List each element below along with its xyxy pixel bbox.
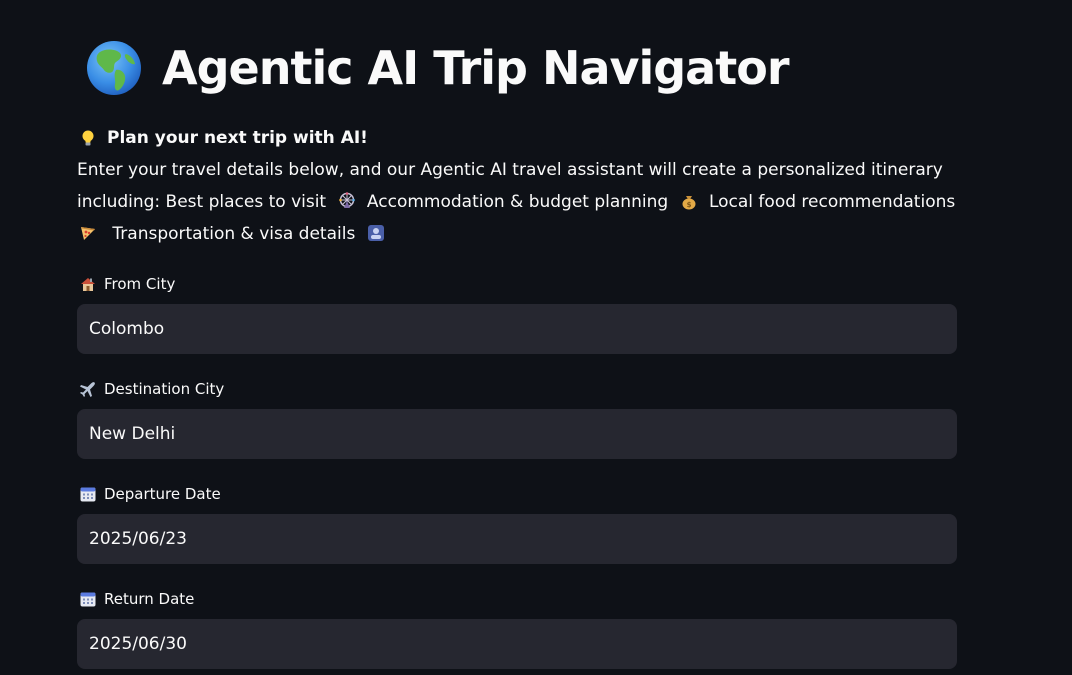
- destination-city-field: Destination City New Delhi: [77, 378, 957, 459]
- pizza-icon: [81, 227, 95, 240]
- departure-date-input[interactable]: 2025/06/23: [77, 514, 957, 564]
- passport-control-icon: [367, 225, 384, 241]
- return-date-value: 2025/06/30: [89, 634, 187, 654]
- intro-headline: Plan your next trip with AI!: [77, 122, 957, 154]
- from-city-label-text: From City: [104, 275, 176, 293]
- return-date-input[interactable]: 2025/06/30: [77, 619, 957, 669]
- svg-text:$: $: [686, 201, 691, 209]
- from-city-label: From City: [77, 273, 957, 295]
- return-date-field: Return Date 2025/06/30: [77, 588, 957, 669]
- intro-line-3a: Transportation & visa details: [112, 224, 356, 244]
- intro-line-2a: including: Best places to visit: [77, 192, 327, 212]
- house-icon: [81, 278, 95, 291]
- from-city-field: From City Colombo: [77, 273, 957, 354]
- intro-line-2: including: Best places to visit Accommod…: [77, 186, 957, 218]
- intro-line-2c: Local food recommendations: [708, 192, 956, 212]
- calendar-icon: [80, 487, 96, 502]
- intro-line-2b: Accommodation & budget planning: [366, 192, 669, 212]
- return-date-label-text: Return Date: [104, 590, 195, 608]
- from-city-value: Colombo: [89, 319, 165, 339]
- destination-city-value: New Delhi: [89, 424, 176, 444]
- departure-date-field: Departure Date 2025/06/23: [77, 483, 957, 564]
- return-date-label: Return Date: [77, 588, 957, 610]
- departure-date-label: Departure Date: [77, 483, 957, 505]
- departure-date-value: 2025/06/23: [89, 529, 187, 549]
- intro-line-1-text: Enter your travel details below, and our…: [77, 160, 943, 180]
- intro-text: Plan your next trip with AI! Enter your …: [77, 122, 957, 250]
- ferris-wheel-icon: [338, 192, 355, 208]
- destination-city-input[interactable]: New Delhi: [77, 409, 957, 459]
- page-header: Agentic AI Trip Navigator: [86, 36, 790, 100]
- departure-date-label-text: Departure Date: [104, 485, 221, 503]
- intro-line-3: Transportation & visa details: [77, 218, 957, 250]
- money-bag-icon: $: [682, 196, 696, 210]
- lightbulb-icon: [82, 130, 94, 146]
- intro-line-1: Enter your travel details below, and our…: [77, 154, 957, 186]
- destination-city-label: Destination City: [77, 378, 957, 400]
- page-title: Agentic AI Trip Navigator: [162, 41, 790, 95]
- from-city-input[interactable]: Colombo: [77, 304, 957, 354]
- calendar-icon: [80, 592, 96, 607]
- intro-headline-text: Plan your next trip with AI!: [107, 128, 368, 148]
- destination-city-label-text: Destination City: [104, 380, 225, 398]
- airplane-icon: [80, 382, 95, 397]
- globe-icon: [87, 41, 141, 95]
